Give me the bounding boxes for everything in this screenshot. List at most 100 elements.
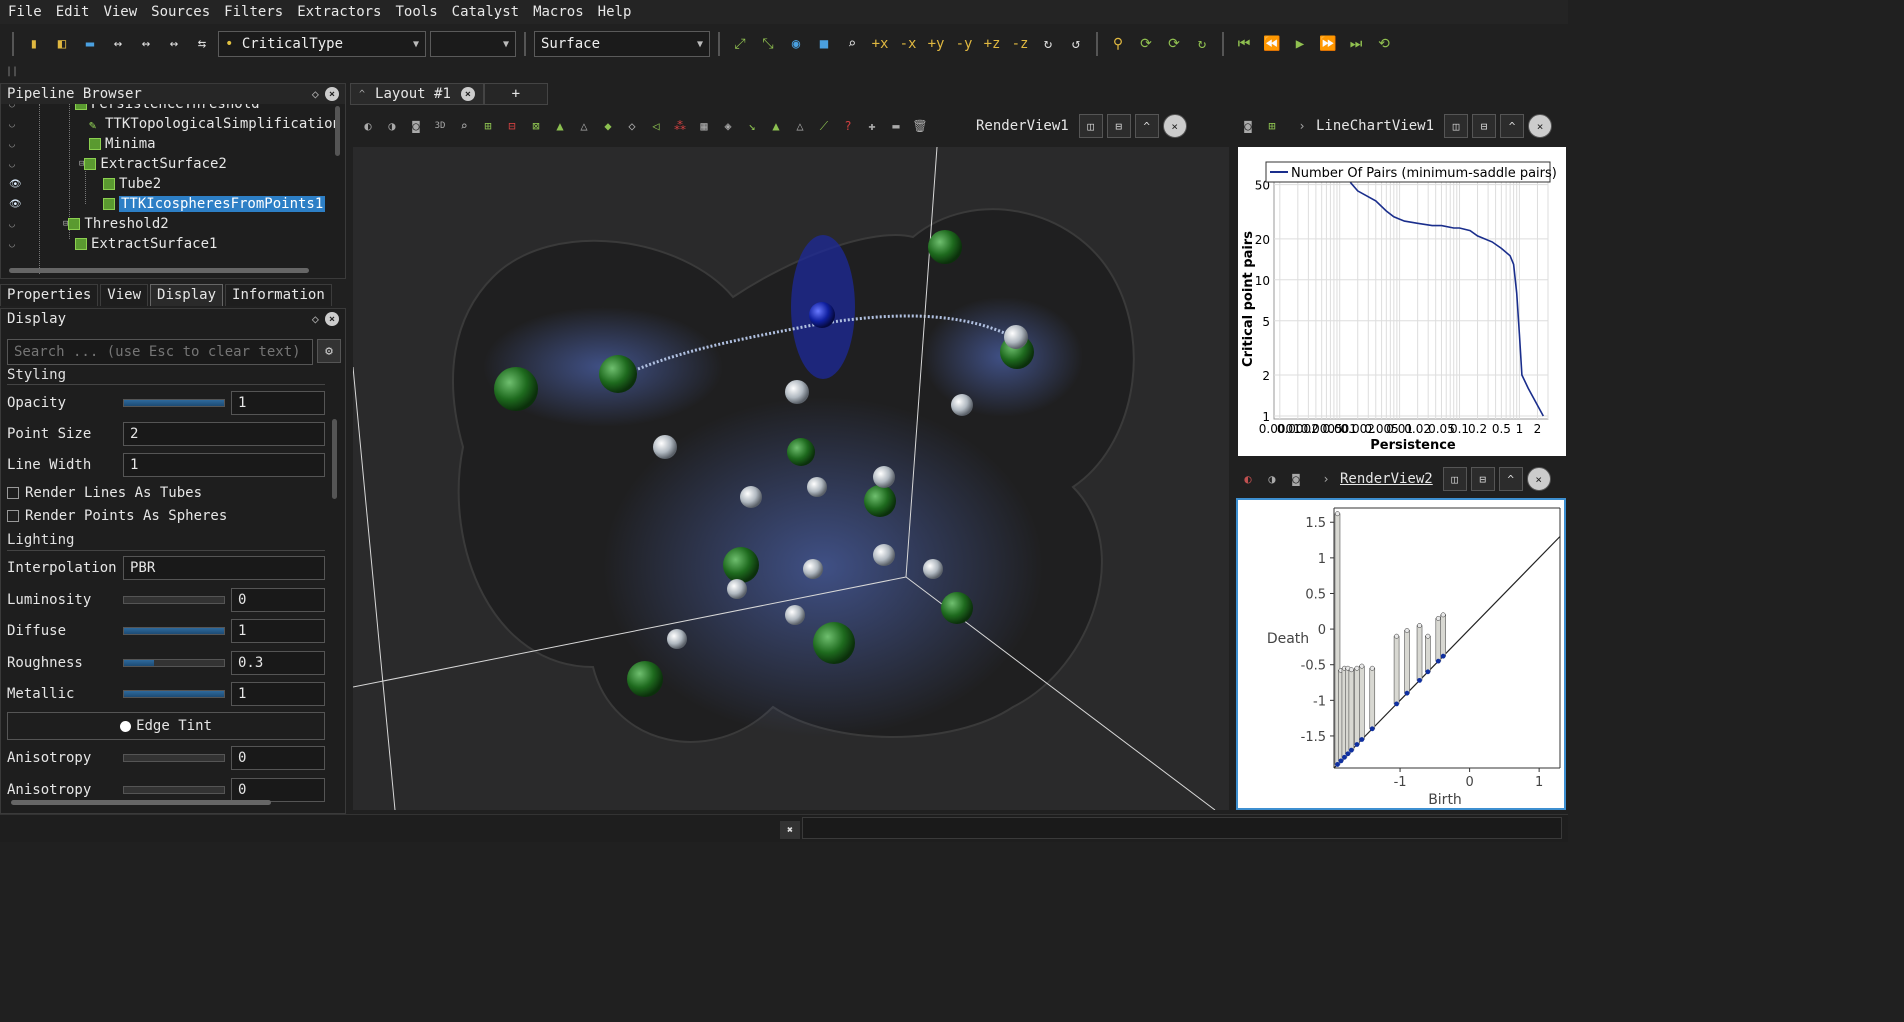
anisotropy-field[interactable]: 0 (231, 746, 325, 770)
pipeline-item[interactable]: 👁 TTKIcospheresFromPoints1 (1, 194, 341, 214)
pipeline-scrollbar-h[interactable] (9, 268, 309, 273)
render-points-spheres-checkbox[interactable] (7, 510, 19, 522)
opacity-field[interactable]: 1 (231, 391, 325, 415)
toggle-3d-icon[interactable]: 3D (430, 116, 450, 136)
menu-file[interactable]: File (8, 4, 42, 20)
select-polygon-icon[interactable]: ◆ (598, 116, 618, 136)
camera-redo-icon[interactable]: ◑ (382, 116, 402, 136)
select-cells-icon[interactable]: ⊠ (526, 116, 546, 136)
menu-help[interactable]: Help (598, 4, 632, 20)
visibility-eye-icon[interactable]: ◡ (9, 239, 19, 250)
close-view-button[interactable]: × (1528, 114, 1553, 138)
hover-points-icon[interactable]: ⁂ (670, 116, 690, 136)
first-frame-icon[interactable]: ⏮ (1232, 32, 1256, 56)
menu-catalyst[interactable]: Catalyst (452, 4, 519, 20)
visibility-eye-icon[interactable]: 👁 (9, 179, 22, 190)
select-cells-on-icon[interactable]: △ (790, 116, 810, 136)
pipeline-item[interactable]: ◡ PersistenceThreshold (1, 104, 341, 114)
color-component-select[interactable]: ▼ (430, 31, 516, 57)
rescale-range-icon[interactable]: ↔ (106, 32, 130, 56)
rescale-temporal-icon[interactable]: ⇆ (190, 32, 214, 56)
pipeline-item[interactable]: ◡ ⊟ ExtractSurface2 (1, 154, 341, 174)
visibility-eye-icon[interactable]: ◡ (9, 139, 19, 150)
metallic-field[interactable]: 1 (231, 682, 325, 706)
menu-extractors[interactable]: Extractors (297, 4, 381, 20)
reset-camera-icon[interactable]: ⤢ (728, 32, 752, 56)
float-icon[interactable]: ◇ (312, 87, 319, 101)
menu-macros[interactable]: Macros (533, 4, 584, 20)
maximize-button[interactable]: ^ (1498, 467, 1523, 491)
gear-icon[interactable]: ⚙ (317, 339, 341, 363)
select-surface-icon[interactable]: ▲ (550, 116, 570, 136)
last-frame-icon[interactable]: ⏭ (1344, 32, 1368, 56)
trash-icon[interactable]: 🗑 (910, 116, 930, 136)
hover-cells-icon[interactable]: ▦ (694, 116, 714, 136)
reload-all-icon[interactable]: ⟳ (1162, 32, 1186, 56)
roughness-field[interactable]: 0.3 (231, 651, 325, 675)
view-minus-y-icon[interactable]: -y (952, 32, 976, 56)
view-plus-x-icon[interactable]: +x (868, 32, 892, 56)
roughness-slider[interactable] (123, 659, 225, 667)
point-info-icon[interactable]: ⟋ (814, 116, 834, 136)
rescale-icon[interactable]: ▬ (78, 32, 102, 56)
diffuse-field[interactable]: 1 (231, 619, 325, 643)
edge-tint-button[interactable]: Edge Tint (7, 712, 325, 740)
pipeline-item[interactable]: ◡ ✎ TTKTopologicalSimplification (1, 114, 341, 134)
renderview1-canvas[interactable] (353, 147, 1229, 810)
split-horizontal-button[interactable]: ◫ (1444, 114, 1469, 138)
close-view-button[interactable]: × (1162, 114, 1187, 138)
luminosity-field[interactable]: 0 (231, 588, 325, 612)
query-icon[interactable]: ? (838, 116, 858, 136)
menu-edit[interactable]: Edit (56, 4, 90, 20)
menu-tools[interactable]: Tools (395, 4, 437, 20)
tab-properties[interactable]: Properties (0, 284, 99, 306)
rotate-ccw-icon[interactable]: ↺ (1064, 32, 1088, 56)
edit-colormap-icon[interactable]: ◧ (50, 32, 74, 56)
pipeline-scrollbar-v[interactable] (335, 106, 340, 156)
rescale-visible-icon[interactable]: ↔ (162, 32, 186, 56)
screenshot-icon[interactable]: ◙ (406, 116, 426, 136)
chevron-right-icon[interactable]: › (1316, 469, 1336, 489)
play-icon[interactable]: ▶ (1288, 32, 1312, 56)
split-horizontal-button[interactable]: ◫ (1442, 467, 1467, 491)
refresh-icon[interactable]: ↻ (1190, 32, 1214, 56)
search-input[interactable] (7, 339, 313, 365)
reload-icon[interactable]: ⟳ (1134, 32, 1158, 56)
color-legend-icon[interactable]: ▮ (22, 32, 46, 56)
chevron-right-icon[interactable]: › (1292, 116, 1312, 136)
close-icon[interactable]: × (325, 312, 339, 326)
maximize-button[interactable]: ^ (1134, 114, 1159, 138)
visibility-eye-icon[interactable]: ◡ (9, 104, 19, 110)
split-vertical-button[interactable]: ⊟ (1106, 114, 1131, 138)
grow-selection-icon[interactable]: ↘ (742, 116, 762, 136)
display-scrollbar-h[interactable] (11, 800, 271, 805)
zoom-to-box-icon[interactable]: ⌕ (840, 32, 864, 56)
toolbar-grip[interactable]: || (6, 66, 18, 77)
view-plus-y-icon[interactable]: +y (924, 32, 948, 56)
zoom-box-icon[interactable]: ■ (812, 32, 836, 56)
tab-information[interactable]: Information (225, 284, 332, 306)
interpolation-select[interactable]: PBR (123, 556, 325, 580)
minus-icon[interactable]: ▬ (886, 116, 906, 136)
split-vertical-button[interactable]: ⊟ (1472, 114, 1497, 138)
color-by-select[interactable]: • CriticalType ▼ (218, 31, 426, 57)
extract-selection-icon[interactable]: ◈ (718, 116, 738, 136)
line-width-field[interactable]: 1 (123, 453, 325, 477)
point-size-field[interactable]: 2 (123, 422, 325, 446)
representation-select[interactable]: Surface ▼ (534, 31, 710, 57)
pipeline-item[interactable]: ◡ ExtractSurface1 (1, 234, 341, 254)
previous-frame-icon[interactable]: ⏪ (1260, 32, 1284, 56)
deselect-icon[interactable]: ⊟ (502, 116, 522, 136)
camera-redo-icon[interactable]: ◑ (1262, 469, 1282, 489)
split-horizontal-button[interactable]: ◫ (1078, 114, 1103, 138)
close-icon[interactable]: × (460, 87, 475, 101)
visibility-eye-icon[interactable]: ◡ (9, 219, 19, 230)
select-frustum-icon[interactable]: △ (574, 116, 594, 136)
find-data-icon[interactable]: ⚲ (1106, 32, 1130, 56)
next-frame-icon[interactable]: ⏩ (1316, 32, 1340, 56)
screenshot-icon[interactable]: ◙ (1286, 469, 1306, 489)
rescale-custom-icon[interactable]: ↔ (134, 32, 158, 56)
zoom-closest-icon[interactable]: ◉ (784, 32, 808, 56)
menu-filters[interactable]: Filters (224, 4, 283, 20)
plus-icon[interactable]: ✚ (862, 116, 882, 136)
